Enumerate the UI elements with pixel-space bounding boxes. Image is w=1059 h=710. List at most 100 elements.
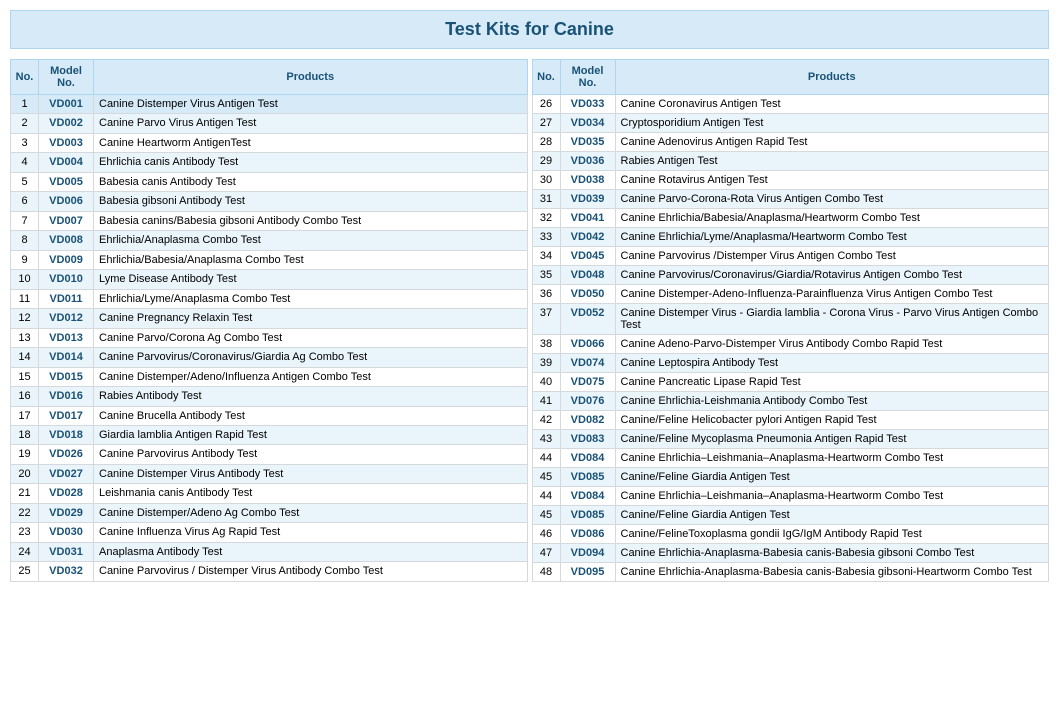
row-product: Canine Ehrlichia/Babesia/Anaplasma/Heart… — [615, 209, 1049, 228]
row-product: Canine Coronavirus Antigen Test — [615, 95, 1049, 114]
table-row: 42VD082Canine/Feline Helicobacter pylori… — [532, 411, 1049, 430]
table-row: 36VD050Canine Distemper-Adeno-Influenza-… — [532, 285, 1049, 304]
row-model: VD082 — [560, 411, 615, 430]
row-model: VD003 — [39, 133, 94, 152]
row-model: VD074 — [560, 354, 615, 373]
table-row: 14VD014Canine Parvovirus/Coronavirus/Gia… — [11, 348, 528, 367]
row-product: Canine Adenovirus Antigen Rapid Test — [615, 133, 1049, 152]
left-table: No. Model No. Products 1VD001Canine Dist… — [10, 59, 528, 582]
row-model: VD009 — [39, 250, 94, 269]
table-row: 43VD083Canine/Feline Mycoplasma Pneumoni… — [532, 430, 1049, 449]
row-product: Canine Leptospira Antibody Test — [615, 354, 1049, 373]
row-no: 22 — [11, 503, 39, 522]
row-product: Lyme Disease Antibody Test — [94, 270, 528, 289]
row-model: VD005 — [39, 172, 94, 191]
left-header-products: Products — [94, 60, 528, 95]
row-model: VD038 — [560, 171, 615, 190]
row-model: VD028 — [39, 484, 94, 503]
table-row: 41VD076Canine Ehrlichia-Leishmania Antib… — [532, 392, 1049, 411]
table-row: 16VD016Rabies Antibody Test — [11, 387, 528, 406]
table-row: 5VD005Babesia canis Antibody Test — [11, 172, 528, 191]
row-product: Canine Ehrlichia–Leishmania–Anaplasma-He… — [615, 487, 1049, 506]
table-row: 44VD084Canine Ehrlichia–Leishmania–Anapl… — [532, 487, 1049, 506]
row-no: 42 — [532, 411, 560, 430]
row-product: Leishmania canis Antibody Test — [94, 484, 528, 503]
row-model: VD006 — [39, 192, 94, 211]
row-product: Canine Distemper Virus Antigen Test — [94, 95, 528, 114]
table-row: 26VD033Canine Coronavirus Antigen Test — [532, 95, 1049, 114]
row-no: 46 — [532, 525, 560, 544]
row-no: 21 — [11, 484, 39, 503]
row-product: Canine Influenza Virus Ag Rapid Test — [94, 523, 528, 542]
row-model: VD015 — [39, 367, 94, 386]
table-row: 35VD048Canine Parvovirus/Coronavirus/Gia… — [532, 266, 1049, 285]
row-no: 25 — [11, 562, 39, 582]
row-product: Canine Parvovirus Antibody Test — [94, 445, 528, 464]
row-no: 32 — [532, 209, 560, 228]
row-model: VD083 — [560, 430, 615, 449]
row-product: Ehrlichia/Babesia/Anaplasma Combo Test — [94, 250, 528, 269]
row-product: Canine/Feline Helicobacter pylori Antige… — [615, 411, 1049, 430]
row-no: 39 — [532, 354, 560, 373]
table-row: 13VD013Canine Parvo/Corona Ag Combo Test — [11, 328, 528, 347]
table-row: 38VD066Canine Adeno-Parvo-Distemper Viru… — [532, 335, 1049, 354]
row-no: 41 — [532, 392, 560, 411]
table-row: 3VD003Canine Heartworm AntigenTest — [11, 133, 528, 152]
row-no: 2 — [11, 114, 39, 133]
row-product: Canine/Feline Mycoplasma Pneumonia Antig… — [615, 430, 1049, 449]
row-model: VD010 — [39, 270, 94, 289]
row-product: Giardia lamblia Antigen Rapid Test — [94, 425, 528, 444]
row-product: Canine Distemper Virus - Giardia lamblia… — [615, 304, 1049, 335]
table-row: 4VD004Ehrlichia canis Antibody Test — [11, 153, 528, 172]
page-title: Test Kits for Canine — [10, 10, 1049, 49]
row-product: Canine Parvo Virus Antigen Test — [94, 114, 528, 133]
row-model: VD033 — [560, 95, 615, 114]
row-model: VD008 — [39, 231, 94, 250]
row-product: Babesia canins/Babesia gibsoni Antibody … — [94, 211, 528, 230]
table-row: 40VD075Canine Pancreatic Lipase Rapid Te… — [532, 373, 1049, 392]
row-model: VD001 — [39, 95, 94, 114]
table-row: 22VD029Canine Distemper/Adeno Ag Combo T… — [11, 503, 528, 522]
left-header-model: Model No. — [39, 60, 94, 95]
table-row: 46VD086Canine/FelineToxoplasma gondii Ig… — [532, 525, 1049, 544]
row-no: 12 — [11, 309, 39, 328]
row-model: VD084 — [560, 449, 615, 468]
row-model: VD014 — [39, 348, 94, 367]
row-model: VD032 — [39, 562, 94, 582]
row-product: Canine Ehrlichia-Anaplasma-Babesia canis… — [615, 563, 1049, 582]
table-row: 17VD017Canine Brucella Antibody Test — [11, 406, 528, 425]
table-row: 25VD032Canine Parvovirus / Distemper Vir… — [11, 562, 528, 582]
row-model: VD084 — [560, 487, 615, 506]
table-row: 2VD002Canine Parvo Virus Antigen Test — [11, 114, 528, 133]
right-header-no: No. — [532, 60, 560, 95]
row-model: VD035 — [560, 133, 615, 152]
row-no: 20 — [11, 464, 39, 483]
table-row: 32VD041Canine Ehrlichia/Babesia/Anaplasm… — [532, 209, 1049, 228]
row-model: VD039 — [560, 190, 615, 209]
row-model: VD085 — [560, 468, 615, 487]
table-row: 19VD026Canine Parvovirus Antibody Test — [11, 445, 528, 464]
row-no: 33 — [532, 228, 560, 247]
row-product: Canine Brucella Antibody Test — [94, 406, 528, 425]
table-row: 9VD009Ehrlichia/Babesia/Anaplasma Combo … — [11, 250, 528, 269]
row-no: 48 — [532, 563, 560, 582]
table-row: 6VD006Babesia gibsoni Antibody Test — [11, 192, 528, 211]
row-product: Canine Distemper/Adeno Ag Combo Test — [94, 503, 528, 522]
row-product: Canine Heartworm AntigenTest — [94, 133, 528, 152]
row-product: Canine Ehrlichia–Leishmania–Anaplasma-He… — [615, 449, 1049, 468]
row-model: VD086 — [560, 525, 615, 544]
right-table: No. Model No. Products 26VD033Canine Cor… — [532, 59, 1050, 582]
table-row: 20VD027Canine Distemper Virus Antibody T… — [11, 464, 528, 483]
table-row: 45VD085Canine/Feline Giardia Antigen Tes… — [532, 506, 1049, 525]
row-no: 34 — [532, 247, 560, 266]
row-no: 37 — [532, 304, 560, 335]
row-product: Ehrlichia canis Antibody Test — [94, 153, 528, 172]
table-row: 31VD039Canine Parvo-Corona-Rota Virus An… — [532, 190, 1049, 209]
table-row: 10VD010Lyme Disease Antibody Test — [11, 270, 528, 289]
row-product: Canine Ehrlichia/Lyme/Anaplasma/Heartwor… — [615, 228, 1049, 247]
row-product: Rabies Antigen Test — [615, 152, 1049, 171]
table-row: 27VD034Cryptosporidium Antigen Test — [532, 114, 1049, 133]
row-product: Canine Parvo-Corona-Rota Virus Antigen C… — [615, 190, 1049, 209]
row-product: Canine Parvovirus/Coronavirus/Giardia Ag… — [94, 348, 528, 367]
row-model: VD011 — [39, 289, 94, 308]
